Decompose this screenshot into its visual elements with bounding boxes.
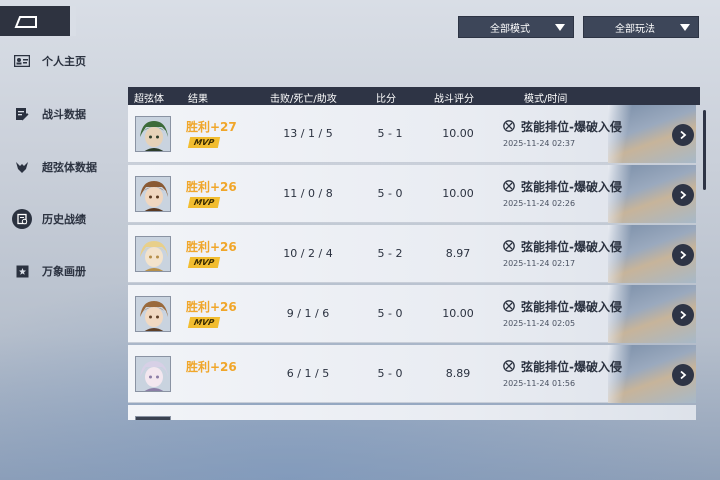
- sidebar-item-label: 历史战绩: [42, 213, 86, 226]
- avatar: [135, 416, 171, 420]
- header-kda: 击败/死亡/助攻: [270, 94, 337, 105]
- result-text: 胜利+26: [186, 360, 237, 374]
- id-card-icon: [14, 53, 30, 69]
- chevron-down-icon: [555, 24, 565, 31]
- sidebar-item-label: 万象画册: [42, 265, 86, 278]
- table-row[interactable]: 胜利+26 MVP 10 / 2 / 4 5 - 2 8.97 弦能排位-爆破入侵 2025…: [128, 225, 696, 283]
- detail-button[interactable]: [672, 124, 694, 146]
- sidebar-item-album[interactable]: 万象画册: [14, 258, 124, 284]
- chevron-right-icon: [680, 250, 687, 260]
- mode-filter-label: 全部模式: [490, 23, 530, 35]
- mode-text: 弦能排位-爆破入侵: [521, 240, 622, 254]
- kda-text: 13 / 1 / 5: [283, 127, 333, 140]
- avatar: [135, 116, 171, 152]
- rating-text: 8.89: [445, 367, 471, 380]
- table-row[interactable]: 胜利+26 MVP 9 / 1 / 6 5 - 0 10.00 弦能排位-爆破入侵 2025…: [128, 285, 696, 343]
- mode-text: 弦能排位-爆破入侵: [521, 120, 622, 134]
- time-text: 2025-11-24 02:17: [503, 259, 576, 268]
- back-button[interactable]: [0, 6, 76, 36]
- result-text: 胜利+27: [186, 120, 237, 134]
- sidebar-item-label: 战斗数据: [42, 108, 86, 121]
- history-icon: [12, 209, 32, 229]
- rating-text: 10.00: [442, 307, 474, 320]
- table-row-partial[interactable]: [128, 405, 696, 420]
- match-history-list[interactable]: 胜利+27 MVP 13 / 1 / 5 5 - 1 10.00 弦能排位-爆破入侵 202…: [128, 105, 700, 420]
- mode-filter-dropdown[interactable]: 全部模式: [458, 16, 574, 38]
- kda-text: 6 / 1 / 5: [286, 367, 330, 380]
- mvp-badge: MVP: [187, 137, 221, 148]
- chevron-down-icon: [680, 24, 690, 31]
- header-character: 超弦体: [134, 94, 164, 105]
- table-row[interactable]: 胜利+27 MVP 13 / 1 / 5 5 - 1 10.00 弦能排位-爆破入侵 202…: [128, 105, 696, 163]
- kda-text: 11 / 0 / 8: [283, 187, 333, 200]
- mode-text: 弦能排位-爆破入侵: [521, 300, 622, 314]
- kda-text: 10 / 2 / 4: [283, 247, 333, 260]
- time-text: 2025-11-24 01:56: [503, 379, 576, 388]
- ranked-mode-icon: [503, 300, 515, 312]
- detail-button[interactable]: [672, 364, 694, 386]
- chevron-right-icon: [680, 190, 687, 200]
- sidebar-item-battle-data[interactable]: 战斗数据: [14, 101, 124, 127]
- avatar: [135, 356, 171, 392]
- sidebar-item-history[interactable]: 历史战绩: [12, 206, 124, 232]
- table-row[interactable]: 胜利+26 6 / 1 / 5 5 - 0 8.89 弦能排位-爆破入侵 2025-11-…: [128, 345, 696, 403]
- score-text: 5 - 1: [377, 127, 403, 140]
- table-row[interactable]: 胜利+26 MVP 11 / 0 / 8 5 - 0 10.00 弦能排位-爆破入侵 202…: [128, 165, 696, 223]
- mvp-badge: MVP: [187, 257, 221, 268]
- album-icon: [14, 263, 30, 279]
- header-rating: 战斗评分: [434, 94, 474, 105]
- time-text: 2025-11-24 02:05: [503, 319, 576, 328]
- header-score: 比分: [376, 94, 396, 105]
- header-result: 结果: [188, 94, 208, 105]
- rating-text: 10.00: [442, 187, 474, 200]
- header-mode-time: 模式/时间: [524, 94, 568, 105]
- notepad-icon: [14, 106, 30, 122]
- result-text: 胜利+26: [186, 300, 237, 314]
- avatar: [135, 296, 171, 332]
- time-text: 2025-11-24 02:26: [503, 199, 576, 208]
- ranked-mode-icon: [503, 180, 515, 192]
- crest-icon: [14, 159, 30, 175]
- mode-text: 弦能排位-爆破入侵: [521, 360, 622, 374]
- chevron-right-icon: [680, 310, 687, 320]
- sidebar-item-label: 超弦体数据: [42, 161, 97, 174]
- mvp-badge: MVP: [187, 197, 221, 208]
- ranked-mode-icon: [503, 240, 515, 252]
- ranked-mode-icon: [503, 360, 515, 372]
- rating-text: 10.00: [442, 127, 474, 140]
- table-header: 超弦体 结果 击败/死亡/助攻 比分 战斗评分 模式/时间: [128, 87, 700, 105]
- avatar: [135, 236, 171, 272]
- detail-button[interactable]: [672, 304, 694, 326]
- chevron-right-icon: [680, 130, 687, 140]
- result-text: 胜利+26: [186, 240, 237, 254]
- play-filter-label: 全部玩法: [615, 23, 655, 35]
- sidebar-item-character-data[interactable]: 超弦体数据: [14, 154, 124, 180]
- sidebar-item-profile[interactable]: 个人主页: [14, 48, 124, 74]
- score-text: 5 - 0: [377, 307, 403, 320]
- ranked-mode-icon: [503, 120, 515, 132]
- sidebar-item-label: 个人主页: [42, 55, 86, 68]
- score-text: 5 - 0: [377, 367, 403, 380]
- chevron-right-icon: [680, 370, 687, 380]
- result-text: 胜利+26: [186, 180, 237, 194]
- detail-button[interactable]: [672, 184, 694, 206]
- kda-text: 9 / 1 / 6: [286, 307, 330, 320]
- avatar: [135, 176, 171, 212]
- time-text: 2025-11-24 02:37: [503, 139, 576, 148]
- back-icon: [14, 16, 37, 28]
- mvp-badge: MVP: [187, 317, 221, 328]
- score-text: 5 - 2: [377, 247, 403, 260]
- score-text: 5 - 0: [377, 187, 403, 200]
- detail-button[interactable]: [672, 244, 694, 266]
- play-filter-dropdown[interactable]: 全部玩法: [583, 16, 699, 38]
- rating-text: 8.97: [445, 247, 471, 260]
- scrollbar[interactable]: [703, 110, 706, 190]
- mode-text: 弦能排位-爆破入侵: [521, 180, 622, 194]
